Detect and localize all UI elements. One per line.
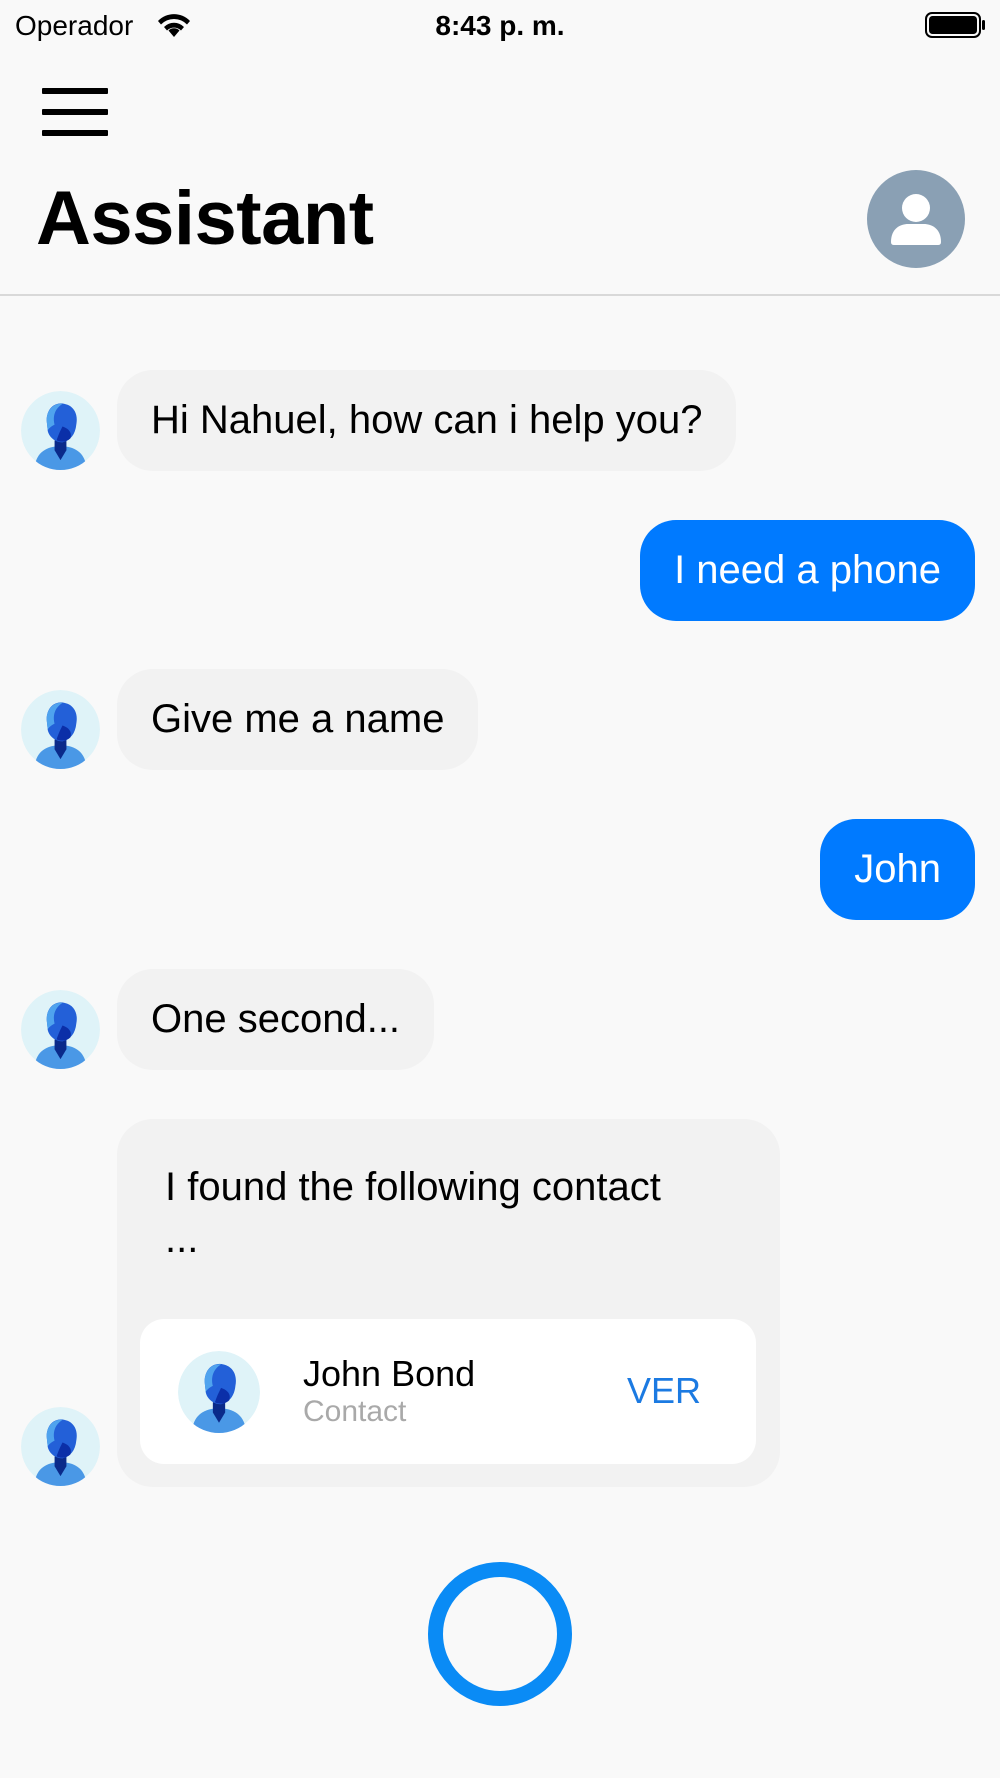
page-title: Assistant bbox=[36, 176, 374, 261]
contact-result-text: I found the following contact ... bbox=[165, 1165, 661, 1261]
bot-message-bubble: Give me a name bbox=[117, 669, 479, 770]
view-contact-button[interactable]: VER bbox=[627, 1370, 701, 1412]
header-divider bbox=[0, 294, 1000, 296]
battery-icon bbox=[925, 12, 985, 38]
user-message-bubble: I need a phone bbox=[640, 520, 975, 621]
clock-time: 8:43 p. m. bbox=[435, 10, 565, 41]
user-profile-icon[interactable] bbox=[867, 170, 965, 268]
bot-message-bubble: Hi Nahuel, how can i help you? bbox=[117, 370, 737, 471]
status-bar: Operador 8:43 p. m. bbox=[0, 0, 1000, 52]
bot-message-bubble: One second... bbox=[117, 969, 435, 1070]
contact-type-label: Contact bbox=[303, 1395, 407, 1428]
assistant-avatar bbox=[21, 690, 100, 769]
contact-name: John Bond bbox=[303, 1353, 476, 1394]
contact-result-bubble: I found the following contact ... John B… bbox=[117, 1119, 780, 1487]
contact-avatar bbox=[178, 1351, 260, 1433]
user-message-bubble: John bbox=[820, 819, 975, 920]
assistant-avatar bbox=[21, 391, 100, 470]
microphone-listen-icon[interactable] bbox=[428, 1562, 572, 1706]
contact-card[interactable]: John Bond Contact VER bbox=[140, 1319, 756, 1464]
assistant-avatar bbox=[21, 990, 100, 1069]
assistant-avatar bbox=[21, 1407, 100, 1486]
hamburger-menu-icon[interactable] bbox=[42, 88, 108, 136]
